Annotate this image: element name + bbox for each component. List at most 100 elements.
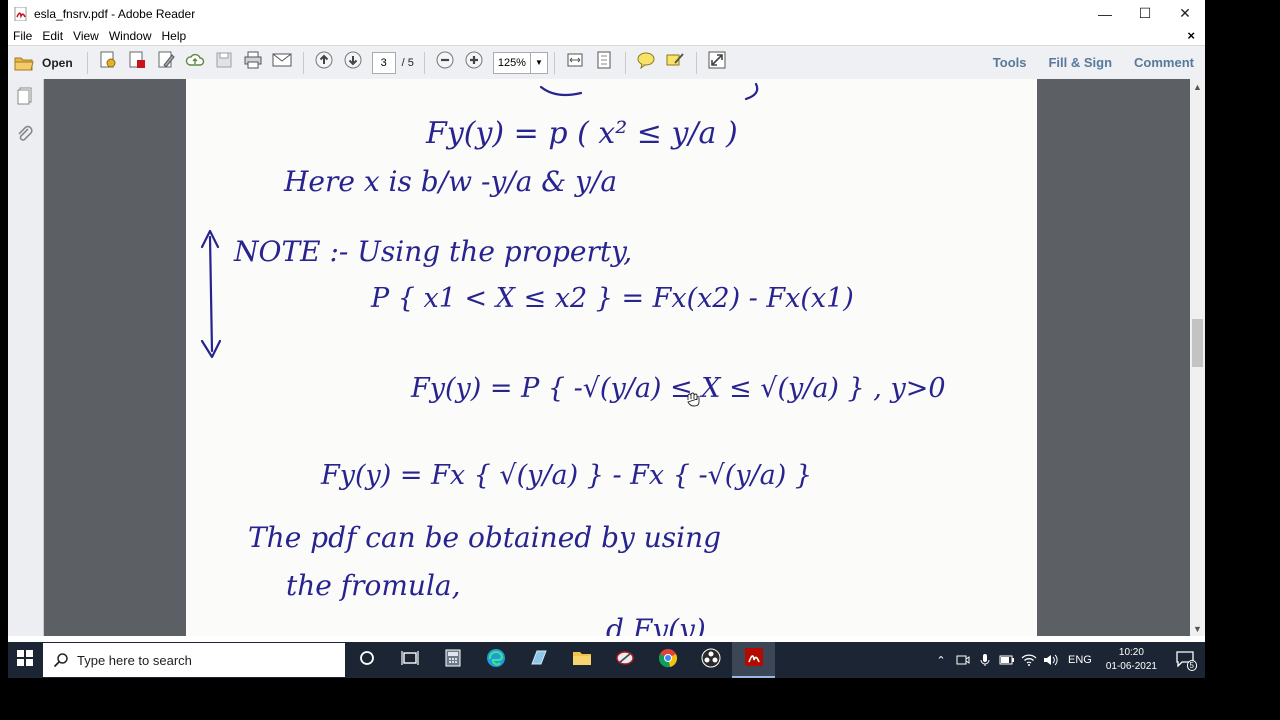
wifi-icon[interactable] [1018, 642, 1040, 678]
toolbar-separator [302, 51, 304, 74]
maximize-button[interactable]: ☐ [1125, 0, 1165, 27]
printer-icon [243, 51, 263, 74]
full-screen-button[interactable] [704, 50, 731, 76]
handwriting-line-1: Fy(y) = p ( x² ≤ y/a ) [425, 116, 738, 151]
minus-circle-icon [436, 51, 454, 74]
create-pdf-button[interactable] [95, 50, 122, 76]
fill-sign-pane-button[interactable]: Fill & Sign [1037, 55, 1123, 70]
email-button[interactable] [269, 50, 296, 76]
chevron-up-icon[interactable]: ⌃ [930, 642, 952, 678]
save-icon [215, 51, 233, 74]
taskbar-app-blue[interactable] [517, 642, 560, 678]
menu-file[interactable]: File [8, 29, 37, 43]
toolbar-separator [86, 51, 88, 74]
save-button[interactable] [211, 50, 238, 76]
obs-recorder-icon [701, 648, 721, 673]
menu-view[interactable]: View [68, 29, 104, 43]
edit-pdf-button[interactable] [153, 50, 180, 76]
blue-app-icon [529, 649, 549, 672]
page-thumbnails-icon[interactable] [15, 86, 35, 106]
highlight-button[interactable] [662, 50, 689, 76]
cloud-upload-icon [185, 50, 205, 75]
close-document-button[interactable]: × [1187, 28, 1195, 43]
upload-cloud-button[interactable] [182, 50, 209, 76]
cortana-circle-icon [359, 650, 375, 671]
window-title: esla_fnsrv.pdf - Adobe Reader [34, 6, 196, 21]
adobe-pdf-file-icon [14, 6, 28, 21]
close-button[interactable]: ✕ [1165, 0, 1205, 27]
comment-pane-button[interactable]: Comment [1123, 55, 1205, 70]
toolbar-separator [695, 51, 697, 74]
taskbar-file-explorer[interactable] [560, 642, 603, 678]
pdf-page: Fy(y) = p ( x² ≤ y/a ) Here x is b/w -y/… [186, 79, 1037, 636]
handwriting-line-3: NOTE :- Using the property, [233, 235, 632, 268]
page-total: / 5 [401, 56, 414, 69]
previous-page-button[interactable] [311, 50, 338, 76]
taskbar-calculator[interactable] [431, 642, 474, 678]
create-pdf-icon [98, 50, 118, 75]
edge-browser-icon [486, 648, 506, 673]
scrollbar-thumb[interactable] [1192, 319, 1203, 367]
document-viewport[interactable]: Fy(y) = p ( x² ≤ y/a ) Here x is b/w -y/… [44, 79, 1190, 636]
clock[interactable]: 10:20 01-06-2021 [1098, 646, 1165, 674]
page-number-input[interactable]: 3 [371, 51, 396, 74]
adobe-reader-window: esla_fnsrv.pdf - Adobe Reader — ☐ ✕ File… [8, 0, 1205, 678]
zoom-in-button[interactable] [461, 50, 488, 76]
vertical-scrollbar[interactable]: ▲ ▼ [1190, 79, 1205, 636]
taskbar-search-box[interactable]: Type here to search [43, 643, 345, 677]
zoom-select[interactable]: 125% ▼ [492, 51, 548, 74]
scroll-down-arrow-icon[interactable]: ▼ [1190, 621, 1205, 636]
taskbar-adobe-reader[interactable] [732, 642, 775, 678]
fit-page-icon [595, 51, 613, 74]
print-button[interactable] [240, 50, 267, 76]
handwriting-line-8: the fromula, [286, 569, 461, 602]
chevron-down-icon[interactable]: ▼ [529, 51, 548, 74]
menu-window[interactable]: Window [104, 29, 157, 43]
export-pdf-button[interactable] [124, 50, 151, 76]
system-tray: ⌃ ENG 10:20 01-06-2021 5 [930, 642, 1205, 678]
meet-now-icon[interactable] [952, 642, 974, 678]
menu-help[interactable]: Help [157, 29, 192, 43]
handwriting-line-7: The pdf can be obtained by using [248, 521, 721, 554]
adobe-reader-icon [744, 647, 764, 672]
volume-icon[interactable] [1040, 642, 1062, 678]
clock-date: 01-06-2021 [1105, 661, 1157, 672]
fit-page-button[interactable] [591, 50, 618, 76]
zoom-out-button[interactable] [432, 50, 459, 76]
toolbar-separator [423, 51, 425, 74]
fit-width-icon [566, 51, 584, 74]
taskbar-obs[interactable] [689, 642, 732, 678]
handwriting-line-9: d Fy(y) [606, 613, 706, 636]
envelope-icon [272, 52, 292, 73]
cortana-button[interactable] [345, 642, 388, 678]
battery-icon[interactable] [996, 642, 1018, 678]
menu-bar: File Edit View Window Help × [8, 27, 1205, 45]
fit-width-button[interactable] [562, 50, 589, 76]
scroll-up-arrow-icon[interactable]: ▲ [1190, 79, 1205, 94]
open-button[interactable]: Open [14, 55, 73, 71]
start-button[interactable] [8, 642, 42, 678]
taskbar-edge[interactable] [474, 642, 517, 678]
task-view-icon [400, 650, 419, 671]
taskbar-snipping-app[interactable] [603, 642, 646, 678]
windows-logo-icon [17, 649, 33, 671]
menu-edit[interactable]: Edit [37, 29, 68, 43]
language-indicator[interactable]: ENG [1062, 654, 1098, 666]
tools-pane-button[interactable]: Tools [982, 55, 1038, 70]
attachments-paperclip-icon[interactable] [15, 124, 35, 144]
sticky-note-button[interactable] [633, 50, 660, 76]
notification-count: 5 [1186, 660, 1197, 671]
next-page-button[interactable] [340, 50, 367, 76]
handwriting-line-6: Fy(y) = Fx { √(y/a) } - Fx { -√(y/a) } [320, 460, 812, 491]
search-icon [53, 652, 69, 668]
task-view-button[interactable] [388, 642, 431, 678]
taskbar-chrome[interactable] [646, 642, 689, 678]
handwritten-notes: Fy(y) = p ( x² ≤ y/a ) Here x is b/w -y/… [200, 82, 946, 636]
edit-pdf-icon [156, 50, 176, 75]
minimize-button[interactable]: — [1085, 0, 1125, 27]
title-bar: esla_fnsrv.pdf - Adobe Reader — ☐ ✕ [8, 0, 1205, 27]
microphone-icon[interactable] [974, 642, 996, 678]
snipping-tool-icon [615, 649, 635, 672]
notification-center-button[interactable]: 5 [1165, 642, 1205, 678]
zoom-value[interactable]: 125% [492, 51, 530, 74]
